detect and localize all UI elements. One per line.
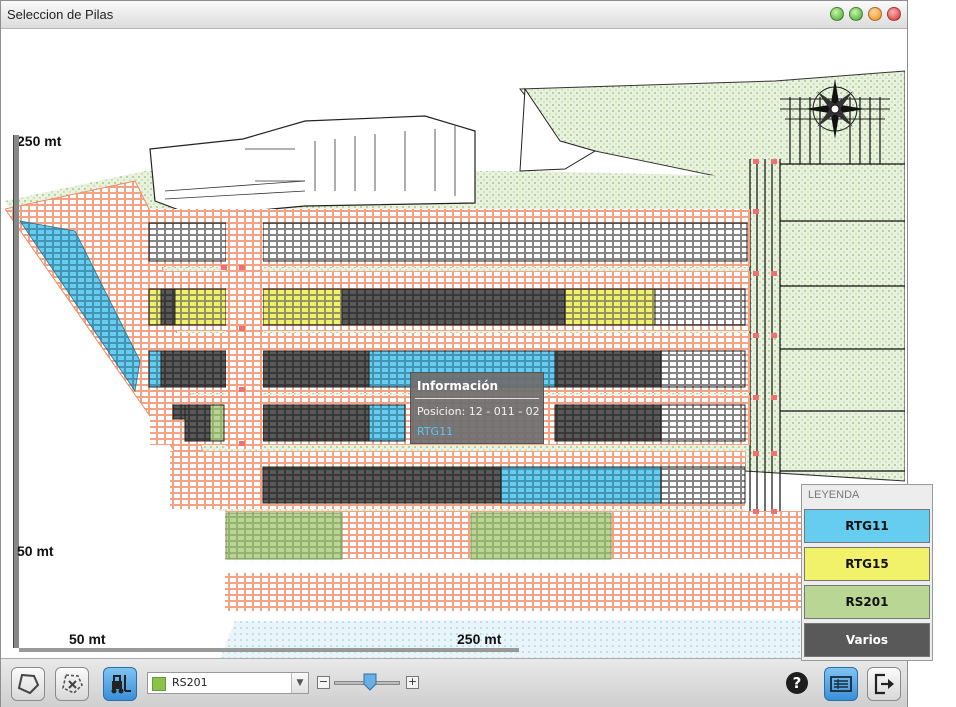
window-title: Seleccion de Pilas [7,7,114,22]
polygon-icon [17,673,40,695]
bottom-toolbar: RS201 ▼ − + ? [1,658,907,707]
scale-label-top: 250 mt [17,133,62,149]
legend-item-varios[interactable]: Varios [804,623,930,657]
equipment-select[interactable]: RS201 ▼ [147,672,309,694]
minimize-button[interactable] [830,7,844,21]
clear-selection-icon [62,674,83,694]
horizontal-scale-bar [19,648,519,652]
legend-title: LEYENDA [808,489,860,501]
clear-selection-button[interactable] [55,667,89,701]
equipment-color-swatch [152,677,166,691]
legend-item-rtg11[interactable]: RTG11 [804,509,930,543]
chevron-down-icon[interactable]: ▼ [291,673,308,693]
maximize-button[interactable] [868,7,882,21]
close-button[interactable] [887,7,901,21]
zoom-slider-thumb[interactable] [363,673,377,691]
scale-label-left-bottom: 50 mt [17,543,54,559]
scale-label-bottom-b: 250 mt [457,631,502,647]
tooltip-divider [415,398,539,399]
yard-map[interactable]: 250 mt 50 mt 50 mt 250 mt Información Po… [5,31,905,658]
yard-map-canvas[interactable] [5,31,905,658]
list-view-button[interactable] [824,667,858,701]
exit-button[interactable] [867,667,901,701]
forklift-button[interactable] [103,667,137,701]
tooltip-equipment: RTG11 [417,425,454,438]
legend-item-rtg15[interactable]: RTG15 [804,547,930,581]
info-tooltip: Información Posicion: 12 - 011 - 02 RTG1… [410,372,544,444]
help-button[interactable]: ? [786,672,808,694]
tooltip-position: Posicion: 12 - 011 - 02 [417,405,540,418]
title-bar: Seleccion de Pilas [1,1,907,29]
equipment-select-value: RS201 [172,676,208,689]
zoom-out-button[interactable]: − [317,676,330,689]
legend-panel: LEYENDA RTG11 RTG15 RS201 Varios [801,484,933,661]
restore-button[interactable] [849,7,863,21]
scale-label-bottom-a: 50 mt [69,631,106,647]
zoom-in-button[interactable]: + [406,676,419,689]
tooltip-title: Información [417,379,499,393]
list-view-icon [830,676,852,692]
forklift-icon [111,675,131,694]
app-window: Seleccion de Pilas 250 mt 50 mt 50 mt 25… [0,0,908,707]
exit-icon [874,673,894,695]
polygon-select-button[interactable] [11,667,45,701]
vertical-scale-bar [13,135,19,648]
legend-item-rs201[interactable]: RS201 [804,585,930,619]
